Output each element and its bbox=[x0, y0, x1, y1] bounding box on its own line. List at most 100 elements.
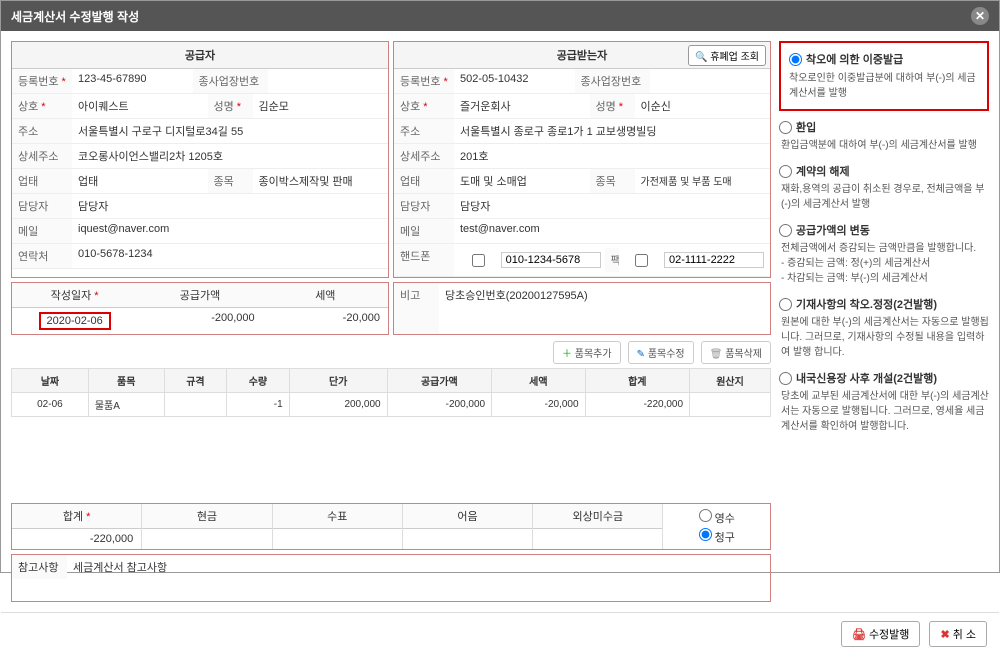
reference-panel: 참고사항 세금계산서 참고사항 bbox=[11, 554, 771, 602]
buyer-bizplace bbox=[650, 69, 771, 93]
th-name: 품목 bbox=[88, 369, 164, 393]
supplier-company: 아이퀘스트 bbox=[72, 94, 208, 118]
label-remarks: 비고 bbox=[394, 283, 439, 334]
cancel-icon: ✖ bbox=[940, 629, 949, 641]
supply-value: -200,000 bbox=[137, 308, 262, 328]
label-contact: 연락처 bbox=[12, 244, 72, 268]
label-addr: 주소 bbox=[12, 119, 72, 143]
total-cash[interactable] bbox=[142, 529, 271, 537]
reason-duplicate[interactable]: 착오에 의한 이중발급 착오로인한 이중발급분에 대하여 부(-)의 세금계산서… bbox=[779, 41, 989, 111]
date-value[interactable]: 2020-02-06 bbox=[39, 312, 111, 330]
label-b-company: 상호 bbox=[394, 94, 454, 118]
label-b-ceo: 성명 bbox=[590, 94, 635, 118]
th-total: 합계 bbox=[585, 369, 690, 393]
supplier-biztype: 업태 bbox=[72, 169, 208, 193]
supplier-contact: 010-5678-1234 bbox=[72, 244, 388, 268]
supplier-header: 공급자 bbox=[12, 42, 388, 69]
fax-checkbox[interactable] bbox=[623, 254, 660, 267]
label-b-email: 메일 bbox=[394, 219, 454, 243]
buyer-biztype: 도매 및 소매업 bbox=[454, 169, 590, 193]
phone-checkbox[interactable] bbox=[460, 254, 497, 267]
close-icon[interactable]: ✕ bbox=[971, 7, 989, 25]
buyer-panel: 공급받는자 🔍 휴폐업 조회 등록번호 502-05-10432 종사업장번호 … bbox=[393, 41, 771, 278]
reason-radio-6[interactable] bbox=[779, 372, 792, 385]
label-company: 상호 bbox=[12, 94, 72, 118]
remarks-value: 당초승인번호(20200127595A) bbox=[439, 283, 770, 334]
ref-value[interactable]: 세금계산서 참고사항 bbox=[67, 555, 770, 579]
reason-radio-4[interactable] bbox=[779, 224, 792, 237]
label-manager: 담당자 bbox=[12, 194, 72, 218]
th-origin: 원산지 bbox=[690, 369, 771, 393]
label-supply: 공급가액 bbox=[137, 283, 262, 308]
buyer-company: 즐거운회사 bbox=[454, 94, 590, 118]
print-icon: 🖨 bbox=[852, 629, 866, 641]
radio-receipt[interactable]: 영수 bbox=[671, 509, 762, 526]
reason-amount-change[interactable]: 공급가액의 변동 전체금액에서 증감되는 금액만큼을 발행합니다. - 증감되는… bbox=[779, 222, 989, 286]
label-b-regno: 등록번호 bbox=[394, 69, 454, 93]
reason-radio-2[interactable] bbox=[779, 121, 792, 134]
label-b-addr: 주소 bbox=[394, 119, 454, 143]
add-item-button[interactable]: ＋ 품목추가 bbox=[553, 341, 621, 364]
label-b-manager: 담당자 bbox=[394, 194, 454, 218]
label-email: 메일 bbox=[12, 219, 72, 243]
buyer-header: 공급받는자 🔍 휴폐업 조회 bbox=[394, 42, 770, 69]
label-tax: 세액 bbox=[263, 283, 388, 308]
label-item: 종목 bbox=[208, 169, 253, 193]
label-b-phone: 핸드폰 bbox=[394, 244, 454, 276]
buyer-ceo: 이순신 bbox=[635, 94, 771, 118]
th-price: 단가 bbox=[289, 369, 387, 393]
buyer-phone-input[interactable] bbox=[501, 252, 601, 268]
label-ceo: 성명 bbox=[208, 94, 253, 118]
label-ref: 참고사항 bbox=[12, 555, 67, 579]
lookup-button[interactable]: 🔍 휴폐업 조회 bbox=[688, 45, 766, 66]
reason-lc[interactable]: 내국신용장 사후 개설(2건발행) 당초에 교부된 세금계산서에 대한 부(-)… bbox=[779, 370, 989, 434]
issue-button[interactable]: 🖨수정발행 bbox=[841, 621, 920, 647]
footer: 🖨수정발행 ✖취 소 bbox=[1, 612, 999, 655]
total-credit[interactable] bbox=[533, 529, 662, 537]
buyer-regno: 502-05-10432 bbox=[454, 69, 575, 93]
label-addr2: 상세주소 bbox=[12, 144, 72, 168]
supplier-panel: 공급자 등록번호 123-45-67890 종사업장번호 상호 아이퀘스트 성명… bbox=[11, 41, 389, 278]
reason-panel: 착오에 의한 이중발급 착오로인한 이중발급분에 대하여 부(-)의 세금계산서… bbox=[779, 41, 989, 602]
supplier-addr: 서울특별시 구로구 디지털로34길 55 bbox=[72, 119, 388, 143]
reason-radio-3[interactable] bbox=[779, 165, 792, 178]
reason-return[interactable]: 환입 환입금액분에 대하여 부(-)의 세금계산서를 발행 bbox=[779, 119, 989, 153]
label-b-item: 종목 bbox=[590, 169, 635, 193]
modal-titlebar: 세금계산서 수정발행 작성 ✕ bbox=[1, 1, 999, 31]
edit-item-button[interactable]: ✎ 품목수정 bbox=[628, 341, 694, 364]
table-row[interactable]: 02-06 물품A -1 200,000 -200,000 -20,000 -2… bbox=[12, 393, 771, 417]
cancel-button[interactable]: ✖취 소 bbox=[929, 621, 987, 647]
label-regno: 등록번호 bbox=[12, 69, 72, 93]
supplier-addr2: 코오롱사이언스밸리2차 1205호 bbox=[72, 144, 388, 168]
th-spec: 규격 bbox=[164, 369, 227, 393]
th-date: 날짜 bbox=[12, 369, 89, 393]
supplier-manager: 담당자 bbox=[72, 194, 388, 218]
total-check[interactable] bbox=[273, 529, 402, 537]
total-note[interactable] bbox=[403, 529, 532, 537]
label-biztype: 업태 bbox=[12, 169, 72, 193]
reason-cancel[interactable]: 계약의 해제 재화,용역의 공급이 취소된 경우로, 전체금액을 부(-)의 세… bbox=[779, 163, 989, 212]
supplier-email: iquest@naver.com bbox=[72, 219, 388, 243]
label-date: 작성일자 * bbox=[12, 283, 137, 308]
supplier-regno: 123-45-67890 bbox=[72, 69, 193, 93]
buyer-item: 가전제품 및 부품 도매 bbox=[635, 169, 771, 193]
radio-claim[interactable]: 청구 bbox=[671, 528, 762, 545]
th-tax: 세액 bbox=[492, 369, 585, 393]
delete-item-button[interactable]: 🗑 품목삭제 bbox=[701, 341, 771, 364]
label-b-addr2: 상세주소 bbox=[394, 144, 454, 168]
label-bizplace: 종사업장번호 bbox=[193, 69, 268, 93]
buyer-addr2: 201호 bbox=[454, 144, 770, 168]
reason-correction[interactable]: 기재사항의 착오.정정(2건발행) 원본에 대한 부(-)의 세금계산서는 자동… bbox=[779, 296, 989, 360]
supplier-bizplace bbox=[268, 69, 389, 93]
tax-value: -20,000 bbox=[263, 308, 388, 328]
modal-title: 세금계산서 수정발행 작성 bbox=[11, 8, 139, 25]
label-b-biztype: 업태 bbox=[394, 169, 454, 193]
buyer-manager: 담당자 bbox=[454, 194, 770, 218]
supplier-ceo: 김순모 bbox=[253, 94, 389, 118]
reason-radio-5[interactable] bbox=[779, 298, 792, 311]
label-b-bizplace: 종사업장번호 bbox=[575, 69, 650, 93]
reason-radio-1[interactable] bbox=[789, 53, 802, 66]
totals-panel: 합계 * -220,000 현금 수표 어음 외상미수금 bbox=[11, 503, 771, 550]
buyer-fax-input[interactable] bbox=[664, 252, 764, 268]
th-supply: 공급가액 bbox=[387, 369, 492, 393]
